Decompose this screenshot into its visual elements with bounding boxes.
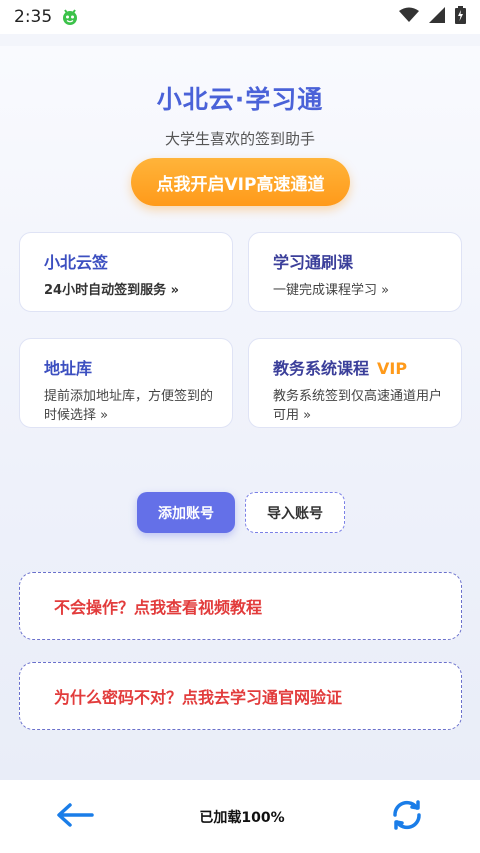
android-bug-icon <box>60 7 80 27</box>
card-desc: 24小时自动签到服务 » <box>44 283 180 298</box>
card-desc: 教务系统签到仅高速通道用户可用 » <box>273 389 443 423</box>
card-xiaobei-sign[interactable]: 小北云签 24小时自动签到服务 » <box>19 232 233 312</box>
wifi-icon <box>399 7 419 27</box>
load-status: 已加载100% <box>199 809 285 826</box>
video-tutorial-link[interactable]: 不会操作？点我查看视频教程 <box>19 572 462 640</box>
card-address-library[interactable]: 地址库 提前添加地址库，方便签到的时候选择 » <box>19 338 233 428</box>
card-title-text: 教务系统课程 <box>273 359 370 378</box>
card-title: 小北云签 <box>44 253 109 272</box>
cellular-signal-icon <box>429 7 445 27</box>
vip-channel-button[interactable]: 点我开启VIP高速通道 <box>131 158 350 206</box>
app-title: 小北云·学习通 <box>156 85 324 114</box>
status-bar: 2:35 <box>0 0 480 34</box>
battery-charging-icon <box>455 6 466 28</box>
status-time: 2:35 <box>14 7 53 27</box>
main-content: 小北云·学习通 大学生喜欢的签到助手 点我开启VIP高速通道 小北云签 24小时… <box>0 46 480 780</box>
card-title: 教务系统课程 VIP <box>273 355 461 379</box>
card-course-brush[interactable]: 学习通刷课 一键完成课程学习 » <box>248 232 462 312</box>
password-verify-link[interactable]: 为什么密码不对？点我去学习通官网验证 <box>19 662 462 730</box>
back-arrow-icon[interactable] <box>56 802 94 832</box>
import-account-button[interactable]: 导入账号 <box>245 492 345 533</box>
bottom-bar: 已加载100% <box>0 780 480 853</box>
vip-tag: VIP <box>377 359 408 378</box>
card-title: 学习通刷课 <box>273 253 354 272</box>
app-subtitle: 大学生喜欢的签到助手 <box>164 130 315 148</box>
card-desc: 一键完成课程学习 » <box>273 283 390 298</box>
refresh-icon[interactable] <box>390 798 424 836</box>
card-title: 地址库 <box>44 359 93 378</box>
add-account-button[interactable]: 添加账号 <box>137 492 235 533</box>
card-desc: 提前添加地址库，方便签到的时候选择 » <box>44 389 214 423</box>
card-academic-system[interactable]: 教务系统课程 VIP 教务系统签到仅高速通道用户可用 » <box>248 338 462 428</box>
